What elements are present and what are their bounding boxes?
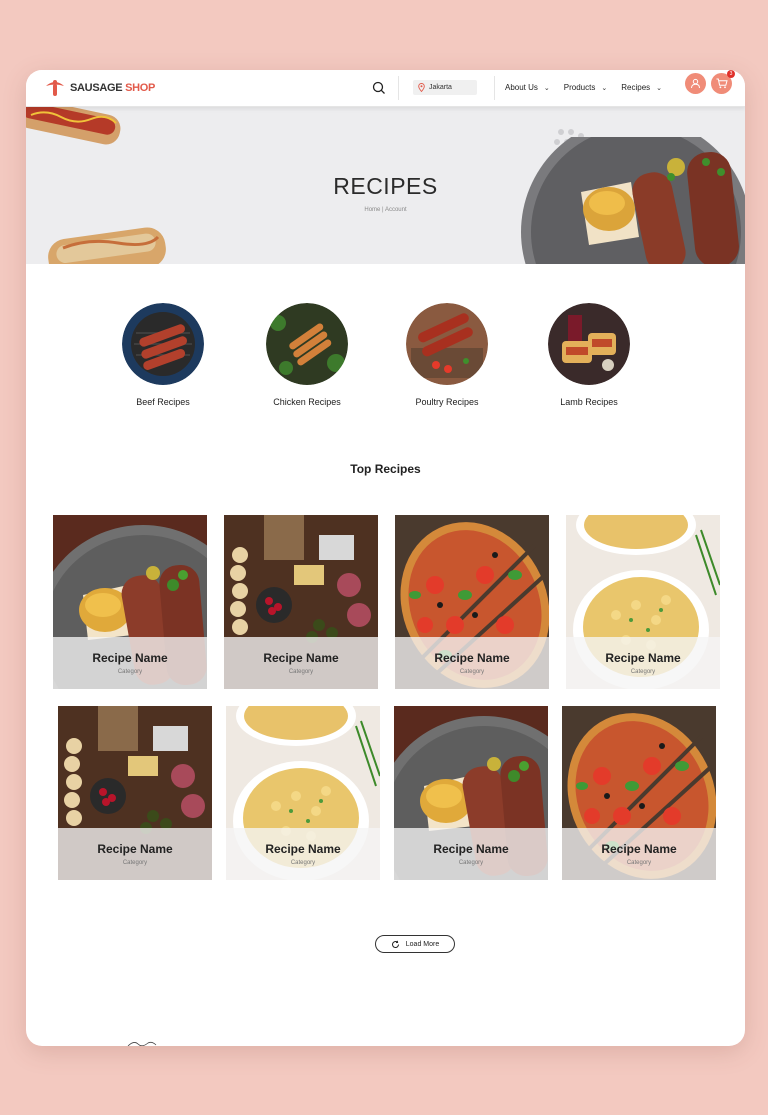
category-lamb[interactable]: Lamb Recipes <box>534 303 644 407</box>
category-label: Chicken Recipes <box>273 397 341 407</box>
recipe-category: Category <box>290 860 316 866</box>
recipe-category: Category <box>626 860 652 866</box>
nav-products[interactable]: Products ⌄ <box>564 83 607 92</box>
category-chicken[interactable]: Chicken Recipes <box>252 303 362 407</box>
recipe-name: Recipe Name <box>601 842 677 856</box>
recipe-name: Recipe Name <box>434 651 510 665</box>
user-icon <box>691 78 700 89</box>
recipe-category: Category <box>122 860 148 866</box>
recipe-name: Recipe Name <box>97 842 173 856</box>
category-label: Beef Recipes <box>136 397 190 407</box>
chevron-down-icon: ⌄ <box>656 84 663 92</box>
nav-about-us[interactable]: About Us ⌄ <box>505 83 550 92</box>
category-label: Lamb Recipes <box>560 397 618 407</box>
page-title: RECIPES <box>333 173 438 199</box>
nav-label: About Us <box>505 83 538 92</box>
signature-mark <box>127 1041 157 1046</box>
hotdog-image <box>26 107 121 145</box>
top-header: SAUSAGE SHOP Jakarta About Us ⌄ Products… <box>26 70 745 107</box>
recipe-name: Recipe Name <box>92 651 168 665</box>
recipe-card[interactable]: Recipe Name Category <box>562 706 716 880</box>
browser-frame: SAUSAGE SHOP Jakarta About Us ⌄ Products… <box>26 70 745 1046</box>
header-divider <box>398 76 399 100</box>
chevron-down-icon: ⌄ <box>601 84 608 92</box>
sausage-plate-image <box>521 137 745 264</box>
recipe-card[interactable]: Recipe Name Category <box>58 706 212 880</box>
category-label: Poultry Recipes <box>415 397 479 407</box>
logo-text: SAUSAGE SHOP <box>70 82 156 94</box>
brand-logo[interactable]: SAUSAGE SHOP <box>44 78 155 98</box>
location-pin-icon <box>418 83 425 92</box>
recipe-card[interactable]: Recipe Name Category <box>566 515 720 689</box>
chicken-category-image <box>266 303 348 385</box>
recipe-card[interactable]: Recipe Name Category <box>226 706 380 880</box>
category-beef[interactable]: Beef Recipes <box>108 303 218 407</box>
recipe-card[interactable]: Recipe Name Category <box>395 515 549 689</box>
main-nav: About Us ⌄ Products ⌄ Recipes ⌄ <box>505 83 662 92</box>
beef-category-image <box>122 303 204 385</box>
logo-icon <box>46 80 64 96</box>
load-more-button[interactable]: Load More <box>375 935 455 953</box>
category-list: Beef Recipes Chicken Recipes Poultry Rec… <box>26 303 745 413</box>
chevron-down-icon: ⌄ <box>543 84 550 92</box>
section-title: Top Recipes <box>350 462 421 476</box>
hotdog-image <box>48 227 166 264</box>
cart-count-badge: 3 <box>727 70 735 78</box>
category-poultry[interactable]: Poultry Recipes <box>392 303 502 407</box>
hero-banner: RECIPES Home | Account <box>26 107 745 264</box>
refresh-icon <box>391 940 399 948</box>
recipe-category: Category <box>288 669 314 675</box>
location-selector[interactable]: Jakarta <box>413 80 477 95</box>
recipe-card[interactable]: Recipe Name Category <box>394 706 548 880</box>
recipe-category: Category <box>630 669 656 675</box>
recipe-name: Recipe Name <box>263 651 339 665</box>
lamb-category-image <box>548 303 630 385</box>
account-button[interactable] <box>685 73 706 94</box>
recipe-card[interactable]: Recipe Name Category <box>224 515 378 689</box>
load-more-label: Load More <box>405 940 440 948</box>
recipe-category: Category <box>458 860 484 866</box>
recipe-name: Recipe Name <box>265 842 341 856</box>
recipe-card[interactable]: Recipe Name Category <box>53 515 207 689</box>
cart-button[interactable]: 3 <box>711 70 735 94</box>
poultry-category-image <box>406 303 488 385</box>
nav-label: Recipes <box>621 83 651 92</box>
cart-icon <box>716 78 728 89</box>
location-value: Jakarta <box>429 84 452 91</box>
breadcrumb[interactable]: Home | Account <box>26 207 745 213</box>
header-divider <box>494 76 495 100</box>
nav-recipes[interactable]: Recipes ⌄ <box>621 83 662 92</box>
recipe-category: Category <box>117 669 143 675</box>
recipe-name: Recipe Name <box>605 651 681 665</box>
recipe-category: Category <box>459 669 485 675</box>
search-icon[interactable] <box>371 80 387 96</box>
nav-label: Products <box>563 83 596 92</box>
recipe-name: Recipe Name <box>433 842 509 856</box>
